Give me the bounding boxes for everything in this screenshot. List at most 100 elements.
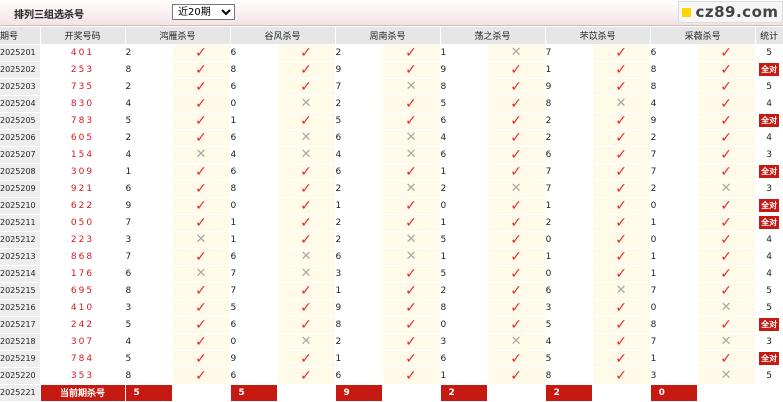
result-mark-cell: ✕ — [382, 180, 441, 198]
check-icon: ✓ — [720, 112, 732, 129]
kill-number-cell: 0 — [230, 95, 278, 113]
result-mark-cell: ✓ — [277, 282, 336, 300]
kill-number-cell: 3 — [440, 333, 488, 351]
kill-number-cell: 7 — [650, 146, 698, 164]
kill-number-cell: 8 — [545, 367, 593, 385]
result-mark-cell: ✓ — [382, 61, 441, 79]
cross-icon: ✕ — [510, 334, 522, 349]
kill-number-cell: 6 — [335, 129, 383, 147]
result-mark-cell: ✓ — [592, 197, 651, 215]
check-icon: ✓ — [615, 265, 627, 282]
range-select[interactable]: 近20期 — [172, 4, 235, 20]
kill-number-cell: 1 — [230, 112, 278, 130]
check-icon: ✓ — [510, 112, 522, 129]
result-mark-cell: ✓ — [697, 231, 756, 249]
kill-number-cell: 5 — [125, 350, 173, 368]
draw-number-cell: 401 — [40, 44, 126, 62]
kill-number-table: 期号 开奖号码 鸿雁杀号 谷风杀号 周南杀号 荡之杀号 芣苡杀号 采薇杀号 统计… — [0, 27, 783, 402]
draw-number-cell: 868 — [40, 248, 126, 266]
result-mark-cell: ✓ — [487, 265, 546, 283]
all-correct-badge: 全对 — [759, 165, 780, 178]
check-icon: ✓ — [510, 367, 522, 384]
result-mark-cell: ✓ — [592, 61, 651, 79]
result-mark-cell: ✓ — [172, 367, 231, 385]
table-row: 2025218 307 4 ✓ 0 ✕ 2 ✓ 3 ✕ 4 ✓ 7 ✕ 3 — [0, 333, 783, 351]
stat-cell: 全对 — [755, 316, 783, 334]
result-mark-cell: ✓ — [382, 367, 441, 385]
kill-number-cell: 0 — [650, 197, 698, 215]
result-mark-cell: ✓ — [697, 282, 756, 300]
result-mark-cell: ✕ — [172, 265, 231, 283]
check-icon: ✓ — [510, 61, 522, 78]
check-icon: ✓ — [615, 316, 627, 333]
check-icon: ✓ — [510, 129, 522, 146]
kill-number-cell: 6 — [125, 180, 173, 198]
table-row: 2025212 223 3 ✕ 1 ✓ 2 ✕ 5 ✓ 0 ✓ 0 ✓ 4 — [0, 231, 783, 249]
draw-number-cell: 784 — [40, 350, 126, 368]
result-mark-cell: ✓ — [172, 95, 231, 113]
result-mark-cell: ✓ — [277, 197, 336, 215]
kill-number-cell: 6 — [545, 282, 593, 300]
check-icon: ✓ — [405, 299, 417, 316]
check-icon: ✓ — [720, 231, 732, 248]
stat-cell: 全对 — [755, 197, 783, 215]
check-icon: ✓ — [195, 78, 207, 95]
check-icon: ✓ — [615, 129, 627, 146]
header-expert-5: 芣苡杀号 — [545, 27, 651, 45]
kill-number-cell: 6 — [230, 367, 278, 385]
check-icon: ✓ — [510, 163, 522, 180]
kill-number-cell: 5 — [125, 316, 173, 334]
check-icon: ✓ — [195, 282, 207, 299]
issue-cell: 2025213 — [0, 248, 41, 266]
table-row: 2025202 253 8 ✓ 8 ✓ 9 ✓ 9 ✓ 1 ✓ 8 ✓ 全对 — [0, 61, 783, 79]
all-correct-badge: 全对 — [759, 352, 780, 365]
site-logo[interactable]: cz89.com — [678, 1, 783, 23]
current-issue-row: 2025221 当前期杀号 5 5 9 2 2 0 — [0, 384, 783, 402]
logo-text: cz89.com — [695, 3, 779, 21]
kill-number-cell: 3 — [545, 299, 593, 317]
kill-number-cell: 2 — [545, 129, 593, 147]
kill-number-cell: 6 — [230, 129, 278, 147]
table-row: 2025215 695 8 ✓ 7 ✓ 1 ✓ 2 ✓ 6 ✕ 7 ✓ 5 — [0, 282, 783, 300]
issue-cell: 2025215 — [0, 282, 41, 300]
result-mark-cell: ✕ — [172, 146, 231, 164]
check-icon: ✓ — [195, 248, 207, 265]
check-icon: ✓ — [195, 61, 207, 78]
result-mark-cell: ✓ — [487, 78, 546, 96]
current-kill-label: 当前期杀号 — [40, 384, 126, 402]
cross-icon: ✕ — [405, 181, 417, 196]
result-mark-cell: ✓ — [172, 316, 231, 334]
prediction-cell: 2 — [545, 384, 593, 402]
kill-number-cell: 7 — [545, 44, 593, 62]
result-mark-cell: ✓ — [592, 129, 651, 147]
issue-cell: 2025217 — [0, 316, 41, 334]
stat-cell: 全对 — [755, 112, 783, 130]
check-icon: ✓ — [195, 333, 207, 350]
check-icon: ✓ — [195, 350, 207, 367]
header-expert-4: 荡之杀号 — [440, 27, 546, 45]
kill-number-cell: 1 — [650, 265, 698, 283]
top-bar: 排列三组选杀号 近20期 cz89.com — [0, 0, 783, 26]
table-row: 2025207 154 4 ✕ 4 ✕ 4 ✕ 6 ✓ 6 ✓ 7 ✓ 3 — [0, 146, 783, 164]
issue-cell: 2025209 — [0, 180, 41, 198]
result-mark-cell: ✓ — [172, 197, 231, 215]
kill-number-cell: 2 — [335, 44, 383, 62]
kill-number-cell: 8 — [440, 78, 488, 96]
draw-number-cell: 783 — [40, 112, 126, 130]
stat-cell: 3 — [755, 180, 783, 198]
result-mark-cell: ✓ — [172, 129, 231, 147]
issue-cell: 2025203 — [0, 78, 41, 96]
result-mark-cell: ✓ — [382, 299, 441, 317]
result-mark-cell: ✓ — [172, 282, 231, 300]
stat-value: 3 — [766, 149, 772, 160]
cross-icon: ✕ — [195, 147, 207, 162]
check-icon: ✓ — [720, 350, 732, 367]
result-mark-cell: ✓ — [172, 299, 231, 317]
header-expert-1: 鸿雁杀号 — [125, 27, 231, 45]
kill-number-cell: 5 — [125, 112, 173, 130]
cross-icon: ✕ — [300, 334, 312, 349]
check-icon: ✓ — [195, 299, 207, 316]
stat-value: 4 — [766, 268, 772, 279]
kill-number-cell: 1 — [335, 197, 383, 215]
result-mark-cell: ✓ — [172, 350, 231, 368]
